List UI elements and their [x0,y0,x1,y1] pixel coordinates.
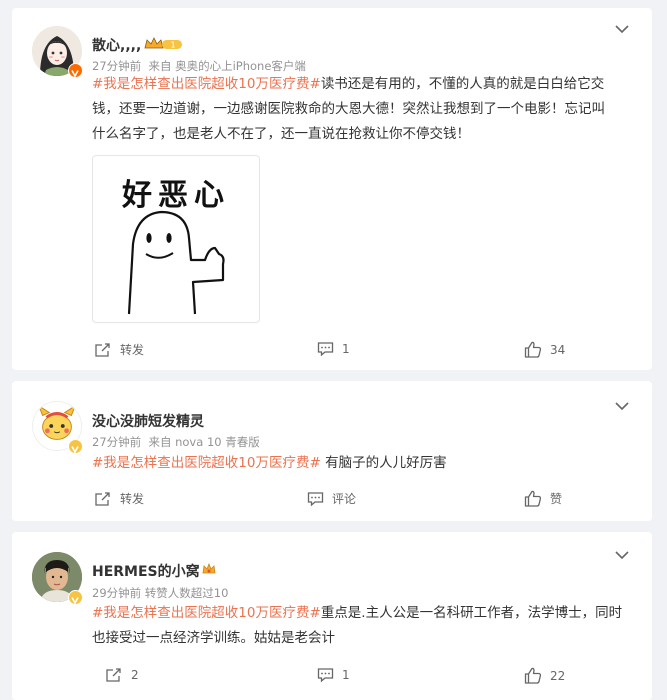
repost-button[interactable]: 转发 [94,490,144,507]
post-text: #我是怎样查出医院超收10万医疗费#读书还是有用的，不懂的人真的就是白白给它交 … [92,76,605,142]
username[interactable]: 没心没肺短发精灵 [92,411,204,431]
post-text: #我是怎样查出医院超收10万医疗费#重点是.主人公是一名科研工作者，法学博士，同… [92,605,623,646]
post-card: HERMES的小窝 29分钟前 转赞人数超过10 #我是怎样查出医院超收10万医… [12,532,652,700]
chevron-down-icon[interactable] [614,24,630,34]
post-time[interactable]: 27分钟前 [92,435,141,449]
like-icon [524,667,542,684]
comment-icon [317,342,334,357]
verified-badge-icon [68,590,83,605]
repost-icon [95,342,110,357]
vip-badge-icon[interactable]: 1 [144,36,184,50]
verified-badge-icon [68,439,83,454]
repost-icon [106,668,121,682]
comment-button[interactable]: 1 [317,341,350,357]
like-button[interactable]: 赞 [524,490,562,507]
comment-icon [317,668,334,683]
like-icon [524,490,542,507]
repost-icon [95,491,110,506]
post-time[interactable]: 27分钟前 [92,59,141,73]
post-actions: 2 1 22 [12,667,652,687]
post-source: 来自 nova 10 青春版 [148,435,260,449]
username[interactable]: 散心,,,, [92,35,141,55]
comment-icon [307,491,324,506]
post-card: 没心没肺短发精灵 27分钟前 来自 nova 10 青春版 #我是怎样查出医院超… [12,381,652,521]
comment-button[interactable]: 评论 [307,490,356,507]
hashtag-link[interactable]: #我是怎样查出医院超收10万医疗费# [92,76,321,92]
chevron-down-icon[interactable] [614,401,630,411]
post-meta: 27分钟前 来自 nova 10 青春版 [92,434,260,450]
post-meta: 29分钟前 转赞人数超过10 [92,585,228,601]
post-text: #我是怎样查出医院超收10万医疗费# 有脑子的人儿好厉害 [92,455,447,471]
post-time[interactable]: 29分钟前 [92,586,141,600]
hashtag-link[interactable]: #我是怎样查出医院超收10万医疗费# [92,455,321,471]
post-source: 来自 奥奥的心上iPhone客户端 [148,59,306,73]
username[interactable]: HERMES的小窝 [92,561,200,581]
verified-badge-icon [68,63,83,78]
chevron-down-icon[interactable] [614,550,630,560]
post-actions: 转发 评论 赞 [12,490,652,510]
like-icon [524,341,542,358]
post-actions: 转发 1 34 [12,341,652,361]
comment-button[interactable]: 1 [317,667,350,683]
post-source: 转赞人数超过10 [144,586,229,600]
hashtag-link[interactable]: #我是怎样查出医院超收10万医疗费# [92,605,321,621]
like-button[interactable]: 22 [524,667,565,684]
post-card: 散心,,,, 1 27分钟前 来自 奥奥的心上iPhone客户端 #我是怎样查出… [12,8,652,370]
post-image[interactable]: 好恶心 [92,155,260,323]
svg-text:1: 1 [170,40,175,49]
crown-badge-icon[interactable] [201,561,217,581]
like-button[interactable]: 34 [524,341,565,358]
repost-button[interactable]: 2 [105,667,139,683]
sticker-figure [127,210,225,315]
repost-button[interactable]: 转发 [94,341,144,358]
